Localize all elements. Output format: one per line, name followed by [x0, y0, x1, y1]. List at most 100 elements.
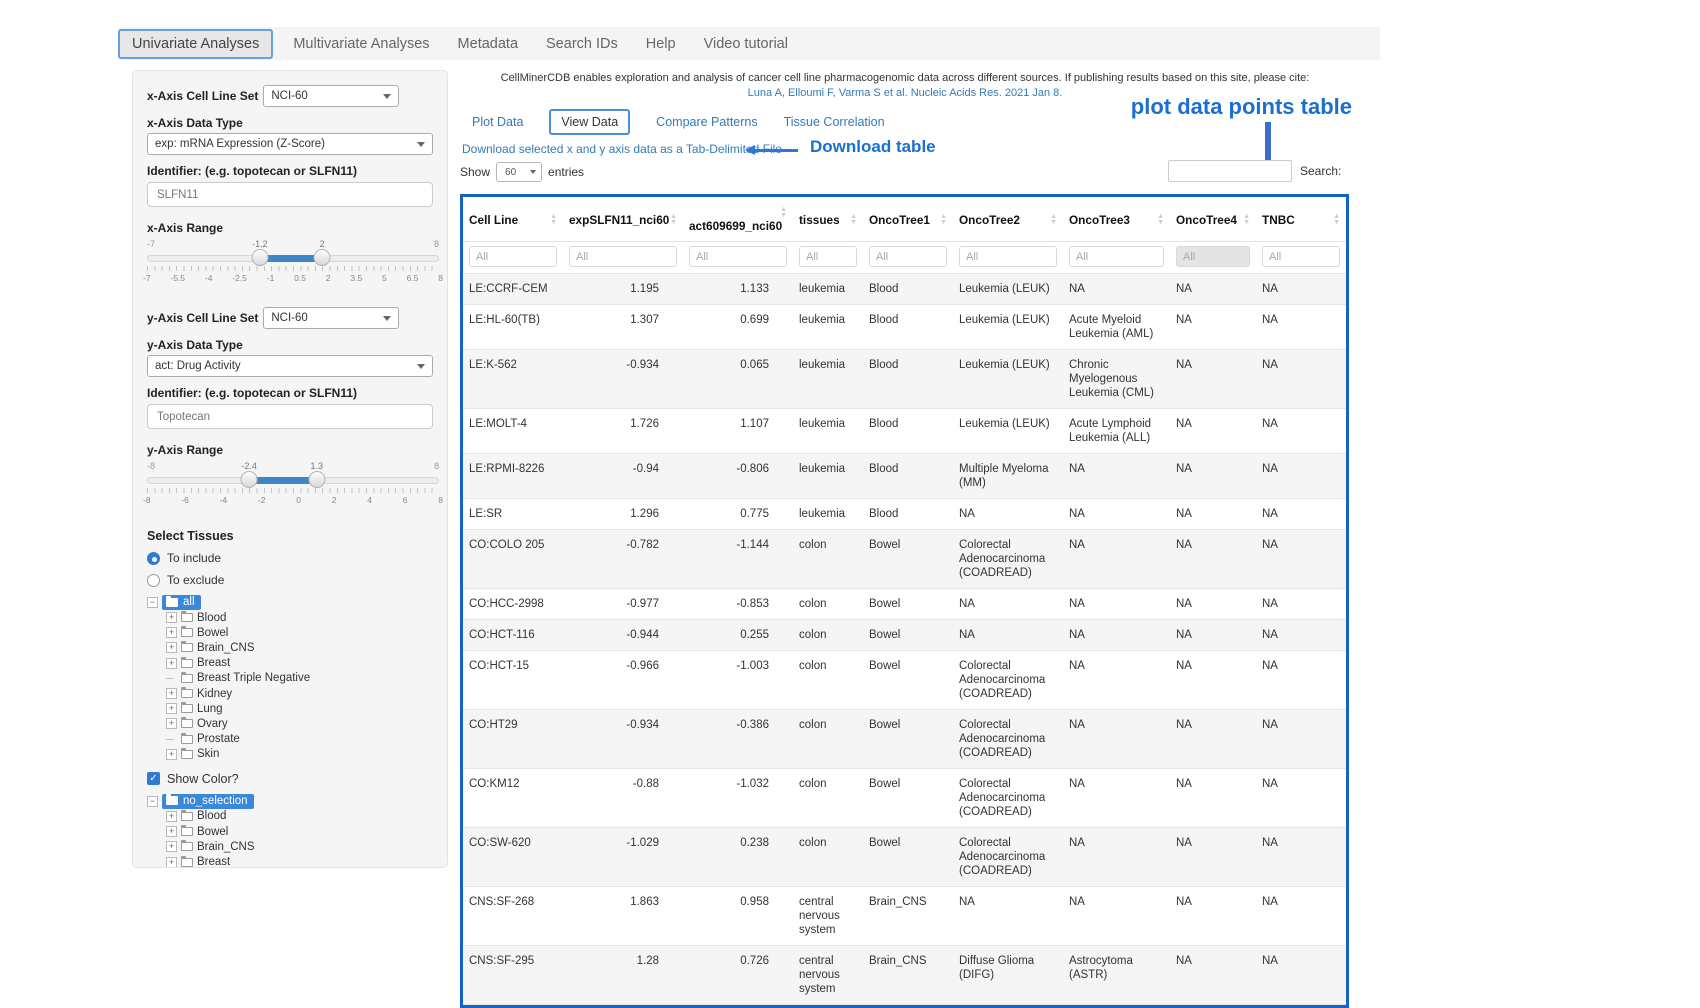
column-header-oncotree2[interactable]: ▲▼OncoTree2	[953, 197, 1063, 242]
column-header-oncotree3[interactable]: ▲▼OncoTree3	[1063, 197, 1170, 242]
tree-item-breast-triple-negative[interactable]: Breast Triple Negative	[166, 671, 433, 686]
tree-item-bowel[interactable]: +Bowel	[166, 824, 433, 839]
expand-icon[interactable]: +	[166, 612, 177, 623]
table-row[interactable]: LE:RPMI-8226-0.94-0.806leukemiaBloodMult…	[463, 454, 1346, 499]
table-row[interactable]: LE:HL-60(TB)1.3070.699leukemiaBloodLeuke…	[463, 305, 1346, 350]
tree-item-blood[interactable]: +Blood	[166, 809, 433, 824]
table-row[interactable]: LE:K-562-0.9340.065leukemiaBloodLeukemia…	[463, 350, 1346, 409]
slider-high-handle[interactable]	[308, 471, 325, 488]
column-filter-oncotree1[interactable]	[869, 246, 947, 267]
nav-tab-multivariate-analyses[interactable]: Multivariate Analyses	[279, 30, 443, 58]
column-filter-cell-line[interactable]	[469, 246, 557, 267]
y-axis-data-type-select[interactable]: act: Drug Activity	[147, 355, 433, 377]
tissues-include-radio[interactable]: To include	[147, 551, 433, 565]
column-filter-oncotree3[interactable]	[1069, 246, 1164, 267]
y-axis-range-slider[interactable]: -88-2.41.3-8-6-4-202468	[147, 461, 439, 513]
x-axis-identifier-input[interactable]: SLFN11	[147, 182, 433, 207]
expand-icon[interactable]: +	[166, 749, 177, 760]
column-header-oncotree4[interactable]: ▲▼OncoTree4	[1170, 197, 1256, 242]
table-row[interactable]: CO:HCT-15-0.966-1.003colonBowelColorecta…	[463, 651, 1346, 710]
sort-icon[interactable]: ▲▼	[940, 214, 947, 226]
slider-low-handle[interactable]	[241, 471, 258, 488]
sort-icon[interactable]: ▲▼	[780, 207, 787, 219]
tree-item-brain-cns[interactable]: +Brain_CNS	[166, 839, 433, 854]
column-header-act609699-nci60[interactable]: ▲▼act609699_nci60	[683, 197, 793, 242]
show-color-checkbox[interactable]: ✓ Show Color?	[147, 772, 433, 786]
collapse-icon[interactable]: −	[147, 597, 158, 608]
tree-item-lung[interactable]: +Lung	[166, 701, 433, 716]
column-header-oncotree1[interactable]: ▲▼OncoTree1	[863, 197, 953, 242]
table-row[interactable]: CO:HCC-2998-0.977-0.853colonBowelNANANAN…	[463, 589, 1346, 620]
expand-icon[interactable]: +	[166, 658, 177, 669]
tree-item-blood[interactable]: +Blood	[166, 610, 433, 625]
column-filter-oncotree4[interactable]	[1176, 246, 1250, 267]
sort-icon[interactable]: ▲▼	[670, 214, 677, 226]
nav-tab-help[interactable]: Help	[632, 30, 690, 58]
tree-item-ovary[interactable]: +Ovary	[166, 716, 433, 731]
tree-root-all[interactable]: all	[162, 595, 201, 610]
slider-high-handle[interactable]	[314, 249, 331, 266]
sort-icon[interactable]: ▲▼	[1157, 214, 1164, 226]
tree-item-prostate[interactable]: Prostate	[166, 732, 433, 747]
download-tab-delimited-link[interactable]: Download selected x and y axis data as a…	[462, 142, 782, 156]
tree-item-bowel[interactable]: +Bowel	[166, 625, 433, 640]
expand-icon[interactable]: +	[166, 857, 177, 868]
expand-icon[interactable]: +	[166, 703, 177, 714]
column-filter-tnbc[interactable]	[1262, 246, 1340, 267]
nav-tab-search-ids[interactable]: Search IDs	[532, 30, 632, 58]
expand-icon[interactable]: +	[166, 627, 177, 638]
x-axis-cell-line-set-select[interactable]: NCI-60	[263, 85, 399, 107]
sort-icon[interactable]: ▲▼	[850, 214, 857, 226]
expand-icon[interactable]: +	[166, 718, 177, 729]
entries-count-select[interactable]: 60	[496, 162, 542, 182]
subtab-view-data[interactable]: View Data	[549, 109, 630, 135]
tree-item-breast[interactable]: +Breast	[166, 854, 433, 868]
column-header-cell-line[interactable]: ▲▼Cell Line	[463, 197, 563, 242]
expand-icon[interactable]: +	[166, 841, 177, 852]
subtab-plot-data[interactable]: Plot Data	[472, 115, 523, 129]
nav-tab-univariate-analyses[interactable]: Univariate Analyses	[118, 29, 273, 59]
nav-tab-metadata[interactable]: Metadata	[444, 30, 532, 58]
expand-icon[interactable]: +	[166, 811, 177, 822]
expand-icon[interactable]: +	[166, 826, 177, 837]
column-header-tissues[interactable]: ▲▼tissues	[793, 197, 863, 242]
column-filter-act609699-nci60[interactable]	[689, 246, 787, 267]
table-row[interactable]: LE:MOLT-41.7261.107leukemiaBloodLeukemia…	[463, 409, 1346, 454]
tree-item-brain-cns[interactable]: +Brain_CNS	[166, 640, 433, 655]
tree-root-no_selection[interactable]: no_selection	[162, 794, 254, 809]
table-row[interactable]: CO:SW-620-1.0290.238colonBowelColorectal…	[463, 828, 1346, 887]
table-row[interactable]: CO:KM12-0.88-1.032colonBowelColorectal A…	[463, 769, 1346, 828]
sort-icon[interactable]: ▲▼	[1050, 214, 1057, 226]
tree-item-breast[interactable]: +Breast	[166, 656, 433, 671]
tree-item-kidney[interactable]: +Kidney	[166, 686, 433, 701]
subtab-compare-patterns[interactable]: Compare Patterns	[656, 115, 757, 129]
column-filter-tissues[interactable]	[799, 246, 857, 267]
slider-low-handle[interactable]	[251, 249, 268, 266]
y-axis-identifier-input[interactable]: Topotecan	[147, 404, 433, 429]
table-row[interactable]: LE:SR1.2960.775leukemiaBloodNANANANA	[463, 499, 1346, 530]
sort-icon[interactable]: ▲▼	[1333, 214, 1340, 226]
table-row[interactable]: CO:COLO 205-0.782-1.144colonBowelColorec…	[463, 530, 1346, 589]
column-header-expslfn11-nci60[interactable]: ▲▼expSLFN11_nci60	[563, 197, 683, 242]
x-axis-range-slider[interactable]: -78-1.22-7-5.5-4-2.5-10.523.556.58	[147, 239, 439, 291]
y-axis-cell-line-set-select[interactable]: NCI-60	[263, 307, 399, 329]
table-row[interactable]: CO:HT29-0.934-0.386colonBowelColorectal …	[463, 710, 1346, 769]
table-row[interactable]: CNS:SF-2951.280.726central nervous syste…	[463, 946, 1346, 1005]
nav-tab-video-tutorial[interactable]: Video tutorial	[690, 30, 802, 58]
tissues-exclude-radio[interactable]: To exclude	[147, 573, 433, 587]
x-axis-data-type-select[interactable]: exp: mRNA Expression (Z-Score)	[147, 133, 433, 155]
sort-icon[interactable]: ▲▼	[550, 214, 557, 226]
tree-item-skin[interactable]: +Skin	[166, 747, 433, 762]
subtab-tissue-correlation[interactable]: Tissue Correlation	[784, 115, 885, 129]
table-row[interactable]: CNS:SF-2681.8630.958central nervous syst…	[463, 887, 1346, 946]
table-row[interactable]: LE:CCRF-CEM1.1951.133leukemiaBloodLeukem…	[463, 274, 1346, 305]
expand-icon[interactable]: +	[166, 642, 177, 653]
expand-icon[interactable]: +	[166, 688, 177, 699]
column-header-tnbc[interactable]: ▲▼TNBC	[1256, 197, 1346, 242]
collapse-icon[interactable]: −	[147, 796, 158, 807]
column-filter-expslfn11-nci60[interactable]	[569, 246, 677, 267]
sort-icon[interactable]: ▲▼	[1243, 214, 1250, 226]
table-search-input[interactable]	[1168, 160, 1292, 182]
column-filter-oncotree2[interactable]	[959, 246, 1057, 267]
table-row[interactable]: CO:HCT-116-0.9440.255colonBowelNANANANA	[463, 620, 1346, 651]
